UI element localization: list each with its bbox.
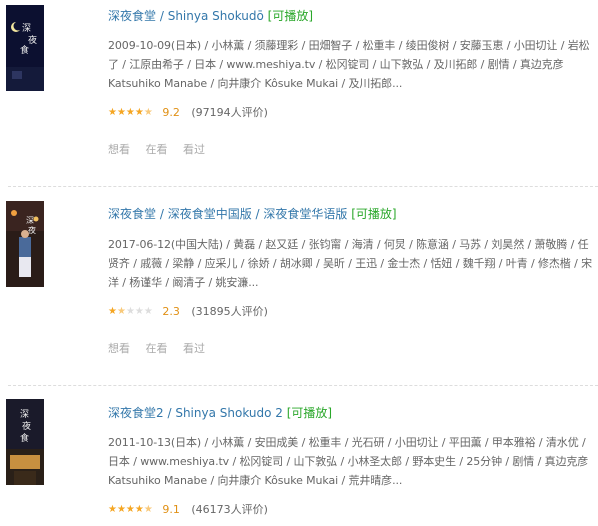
item-title-row: 深夜食堂 / 深夜食堂中国版 / 深夜食堂华语版 [可播放] bbox=[108, 205, 397, 222]
rating-row: ★★★★★ 9.2 (97194人评价) bbox=[108, 104, 268, 120]
rating-count: (46173人评价) bbox=[191, 503, 268, 516]
want-watch-button[interactable]: 想看 bbox=[108, 342, 130, 355]
divider bbox=[8, 385, 598, 386]
rating-stars: ★★★★★ bbox=[108, 306, 153, 317]
svg-text:夜: 夜 bbox=[28, 225, 36, 235]
watching-button[interactable]: 在看 bbox=[146, 143, 168, 156]
title-link[interactable]: 深夜食堂 bbox=[108, 207, 156, 221]
poster-image[interactable]: 深 夜 食 bbox=[6, 5, 44, 91]
action-row: 想看 在看 看过 bbox=[108, 141, 217, 157]
svg-text:食: 食 bbox=[20, 44, 29, 56]
item-meta: 2009-10-09(日本) / 小林薫 / 须藤理彩 / 田畑智子 / 松重丰… bbox=[108, 39, 590, 90]
alt-title-link[interactable]: Shinya Shokudō bbox=[168, 9, 264, 23]
watching-button[interactable]: 在看 bbox=[146, 342, 168, 355]
item-title-row: 深夜食堂2 / Shinya Shokudo 2 [可播放] bbox=[108, 404, 332, 421]
rating-score: 9.2 bbox=[162, 106, 180, 119]
svg-text:夜: 夜 bbox=[22, 420, 31, 432]
divider bbox=[8, 186, 598, 187]
playable-badge[interactable]: [可播放] bbox=[268, 9, 313, 23]
rating-row: ★★★★★ 2.3 (31895人评价) bbox=[108, 303, 268, 319]
rating-count: (31895人评价) bbox=[191, 305, 268, 318]
poster-image[interactable]: 深 夜 食 bbox=[6, 399, 44, 485]
item-meta: 2011-10-13(日本) / 小林薫 / 安田成美 / 松重丰 / 光石研 … bbox=[108, 436, 589, 487]
title-link[interactable]: 深夜食堂 bbox=[108, 9, 156, 23]
svg-text:夜: 夜 bbox=[28, 34, 37, 46]
title-separator: / bbox=[159, 9, 168, 23]
svg-text:深: 深 bbox=[22, 23, 31, 34]
action-row: 想看 在看 看过 bbox=[108, 340, 217, 356]
rating-count: (97194人评价) bbox=[191, 106, 268, 119]
want-watch-button[interactable]: 想看 bbox=[108, 143, 130, 156]
svg-text:深: 深 bbox=[20, 409, 29, 420]
alt-title-link[interactable]: 深夜食堂华语版 bbox=[263, 207, 347, 221]
item-meta: 2017-06-12(中国大陆) / 黄磊 / 赵又廷 / 张钧甯 / 海清 /… bbox=[108, 238, 592, 289]
rating-stars: ★★★★★ bbox=[108, 107, 153, 118]
alt-title-link[interactable]: 深夜食堂中国版 bbox=[168, 207, 252, 221]
item-title-row: 深夜食堂 / Shinya Shokudō [可播放] bbox=[108, 7, 313, 24]
watched-button[interactable]: 看过 bbox=[183, 342, 205, 355]
title-link[interactable]: 深夜食堂2 bbox=[108, 406, 164, 420]
rating-score: 2.3 bbox=[162, 305, 180, 318]
rating-stars: ★★★★★ bbox=[108, 504, 153, 515]
svg-text:食: 食 bbox=[20, 432, 29, 444]
playable-badge[interactable]: [可播放] bbox=[287, 406, 332, 420]
poster-image[interactable]: 深 夜 bbox=[6, 201, 44, 287]
rating-row: ★★★★★ 9.1 (46173人评价) bbox=[108, 501, 268, 517]
title-separator: / bbox=[159, 207, 168, 221]
svg-text:深: 深 bbox=[26, 216, 34, 225]
watched-button[interactable]: 看过 bbox=[183, 143, 205, 156]
alt-title-link[interactable]: Shinya Shokudo 2 bbox=[175, 406, 283, 420]
rating-score: 9.1 bbox=[162, 503, 180, 516]
playable-badge[interactable]: [可播放] bbox=[351, 207, 396, 221]
